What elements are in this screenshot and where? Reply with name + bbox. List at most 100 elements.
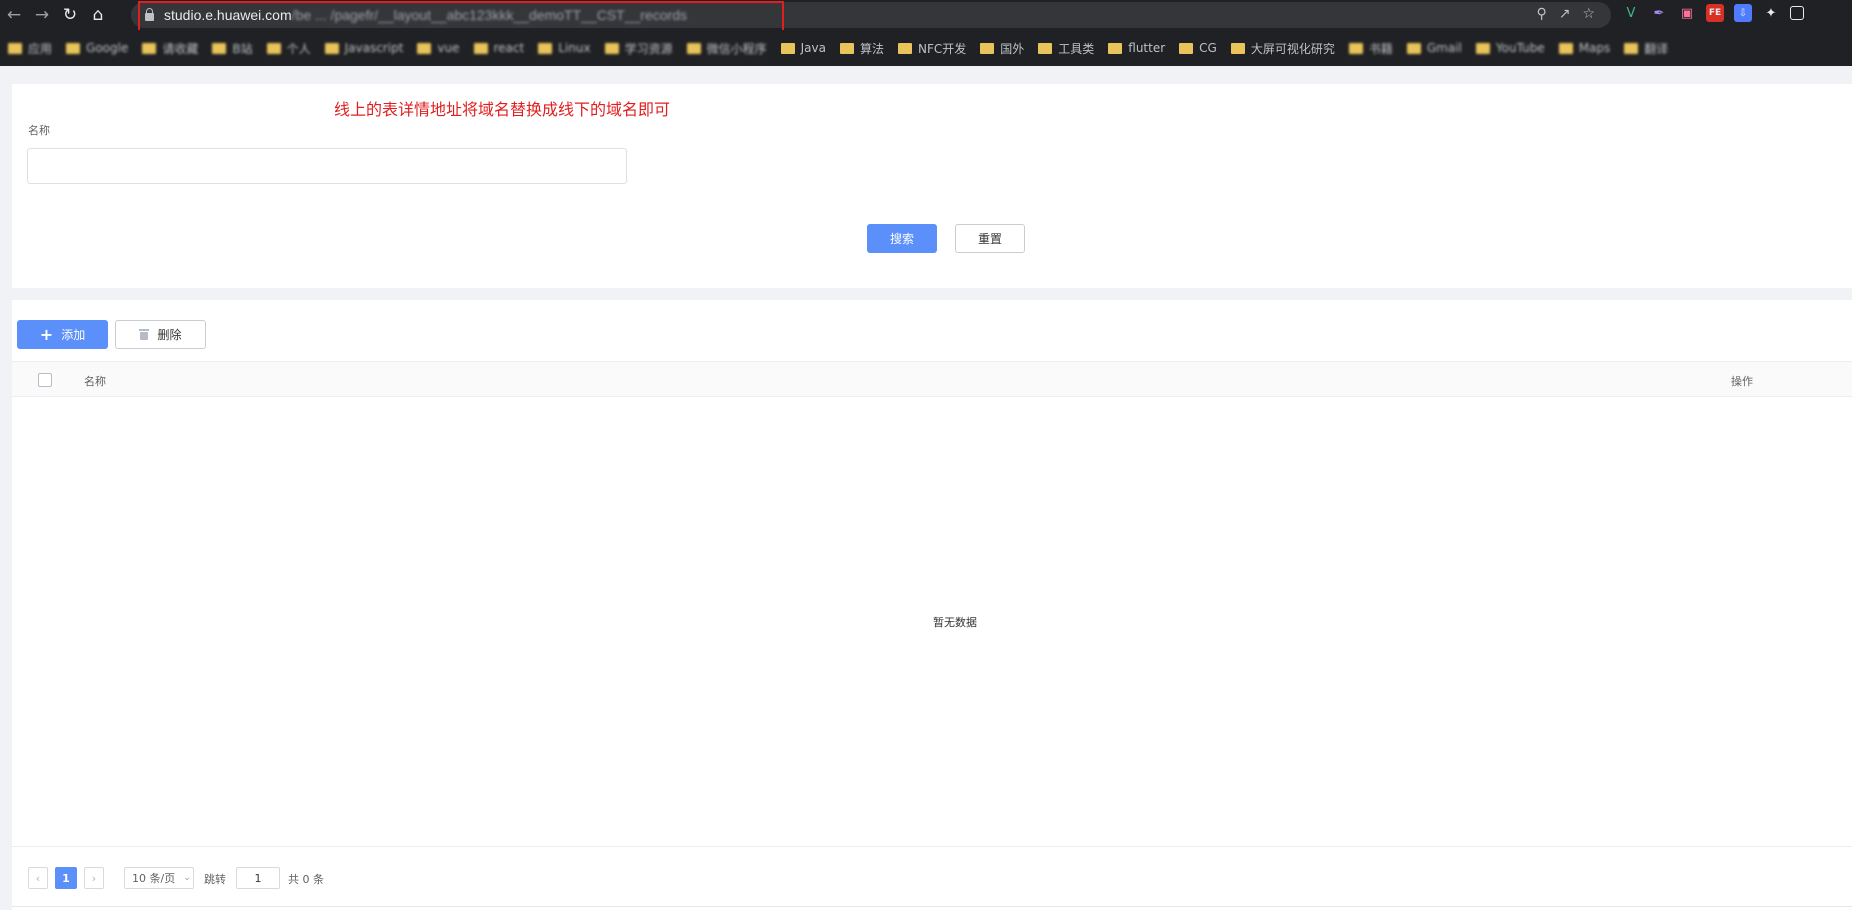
folder-icon [1558,42,1573,54]
folder-icon [780,42,795,54]
name-field-label: 名称 [28,124,50,137]
bookmark-label: 应用 [28,41,53,56]
url-path: /be ... /pagefr/__layout__abc123kkk__dem… [291,7,687,23]
download-extension-icon[interactable]: ⇩ [1734,4,1752,22]
bookmark-item[interactable]: 算法 [839,40,884,57]
bookmark-item[interactable]: 个人 [266,40,311,57]
delete-button-label: 删除 [157,328,182,342]
jump-page-input[interactable]: 1 [236,867,280,889]
feather-extension-icon[interactable]: ✒ [1650,4,1668,22]
folder-icon [1108,42,1123,54]
bookmark-label: CG [1199,41,1217,55]
column-header-operation: 操作 [1731,375,1753,388]
empty-state-text: 暂无数据 [933,616,977,629]
card-bottom-border [12,906,1852,907]
bookmark-label: 请收藏 [162,41,199,56]
folder-icon [1179,42,1194,54]
delete-button[interactable]: 删除 [115,320,206,349]
folder-icon [142,42,157,54]
side-panel-icon[interactable] [1790,6,1804,20]
zoom-icon[interactable]: ⚲ [1536,6,1546,22]
name-input[interactable] [27,148,627,184]
bookmark-label: Gmail [1426,41,1462,55]
prev-page-button[interactable]: ‹ [28,867,48,889]
folder-icon [1624,42,1639,54]
bookmark-item[interactable]: NFC开发 [897,40,966,57]
folder-icon [980,42,995,54]
bookmark-label: Google [86,41,129,55]
bookmark-item[interactable]: 翻译 [1624,40,1668,57]
bookmark-item[interactable]: YouTube [1475,41,1545,55]
bookmark-label: flutter [1128,41,1166,55]
bookmark-item[interactable]: Java [780,41,826,55]
bookmark-item[interactable]: react [473,41,525,55]
bookmark-item[interactable]: 大屏可视化研究 [1230,40,1335,57]
address-bar[interactable]: studio.e.huawei.com /be ... /pagefr/__la… [131,2,1611,28]
folder-icon [686,42,701,54]
bookmark-item[interactable]: 国外 [980,40,1024,57]
bookmark-label: 书籍 [1368,41,1393,56]
chevron-down-icon: ⌄ [183,873,191,883]
folder-icon [473,42,488,54]
page-size-select[interactable]: 10 条/页 ⌄ [124,867,194,889]
bookmark-label: 翻译 [1644,41,1669,56]
bookmark-item[interactable]: 应用 [8,40,52,57]
bilibili-extension-icon[interactable]: ▣ [1678,4,1696,22]
reset-button[interactable]: 重置 [955,224,1025,253]
bookmark-item[interactable]: Maps [1558,41,1610,55]
fe-extension-icon[interactable]: FE [1706,4,1724,22]
add-button[interactable]: + 添加 [17,320,108,349]
bookmark-item[interactable]: Google [66,41,128,55]
bookmark-label: react [493,41,525,55]
search-button[interactable]: 搜索 [867,224,937,253]
column-header-name: 名称 [84,375,106,388]
bookmark-label: Java [800,41,826,55]
bookmark-label: 大屏可视化研究 [1250,41,1335,56]
folder-icon [66,42,81,54]
bookmark-label: 微信小程序 [706,41,767,56]
trash-icon [139,329,150,340]
bookmark-item[interactable]: Linux [538,41,591,55]
bookmark-label: YouTube [1495,41,1545,55]
folder-icon [1348,42,1363,54]
bookmark-label: Linux [558,41,591,55]
folder-icon [1406,42,1421,54]
lock-icon [145,8,154,21]
chevron-right-icon: › [91,871,97,885]
bookmark-label: B站 [232,41,253,56]
page-number-button[interactable]: 1 [55,867,77,889]
bookmark-item[interactable]: 请收藏 [142,40,198,57]
forward-arrow-icon[interactable]: → [28,1,56,29]
bookmark-label: 学习资源 [624,41,673,56]
reload-icon[interactable]: ↻ [56,1,84,29]
back-arrow-icon[interactable]: ← [0,1,28,29]
jump-label: 跳转 [204,873,226,886]
search-form-card [12,84,1852,288]
vue-devtools-icon[interactable]: V [1622,4,1640,22]
share-icon[interactable]: ↗ [1559,6,1571,22]
bookmark-item[interactable]: Gmail [1406,41,1462,55]
extensions-puzzle-icon[interactable]: ✦ [1762,4,1780,22]
select-all-checkbox[interactable] [38,373,52,387]
bookmark-item[interactable]: vue [417,41,460,55]
bookmark-label: 个人 [286,41,311,56]
bookmarks-bar: 应用 Google 请收藏 B站 个人 Javascript vue react Linux 学习… [0,30,1852,66]
bookmark-item[interactable]: 工具类 [1038,40,1094,57]
table-header [12,361,1852,397]
bookmark-item[interactable]: B站 [212,40,253,57]
bookmark-star-icon[interactable]: ☆ [1582,6,1595,22]
home-icon[interactable]: ⌂ [84,1,112,29]
bookmark-item[interactable]: 学习资源 [604,40,673,57]
bookmark-item[interactable]: Javascript [324,41,403,55]
folder-icon [897,42,912,54]
plus-icon: + [39,325,54,344]
bookmark-item[interactable]: 书籍 [1348,40,1393,57]
bookmark-item[interactable]: 微信小程序 [686,40,767,57]
next-page-button[interactable]: › [84,867,104,889]
add-button-label: 添加 [61,328,86,342]
bookmark-item[interactable]: flutter [1108,41,1165,55]
folder-icon [417,42,432,54]
bookmark-item[interactable]: CG [1179,41,1217,55]
bookmark-label: vue [437,41,460,55]
folder-icon [1038,42,1053,54]
